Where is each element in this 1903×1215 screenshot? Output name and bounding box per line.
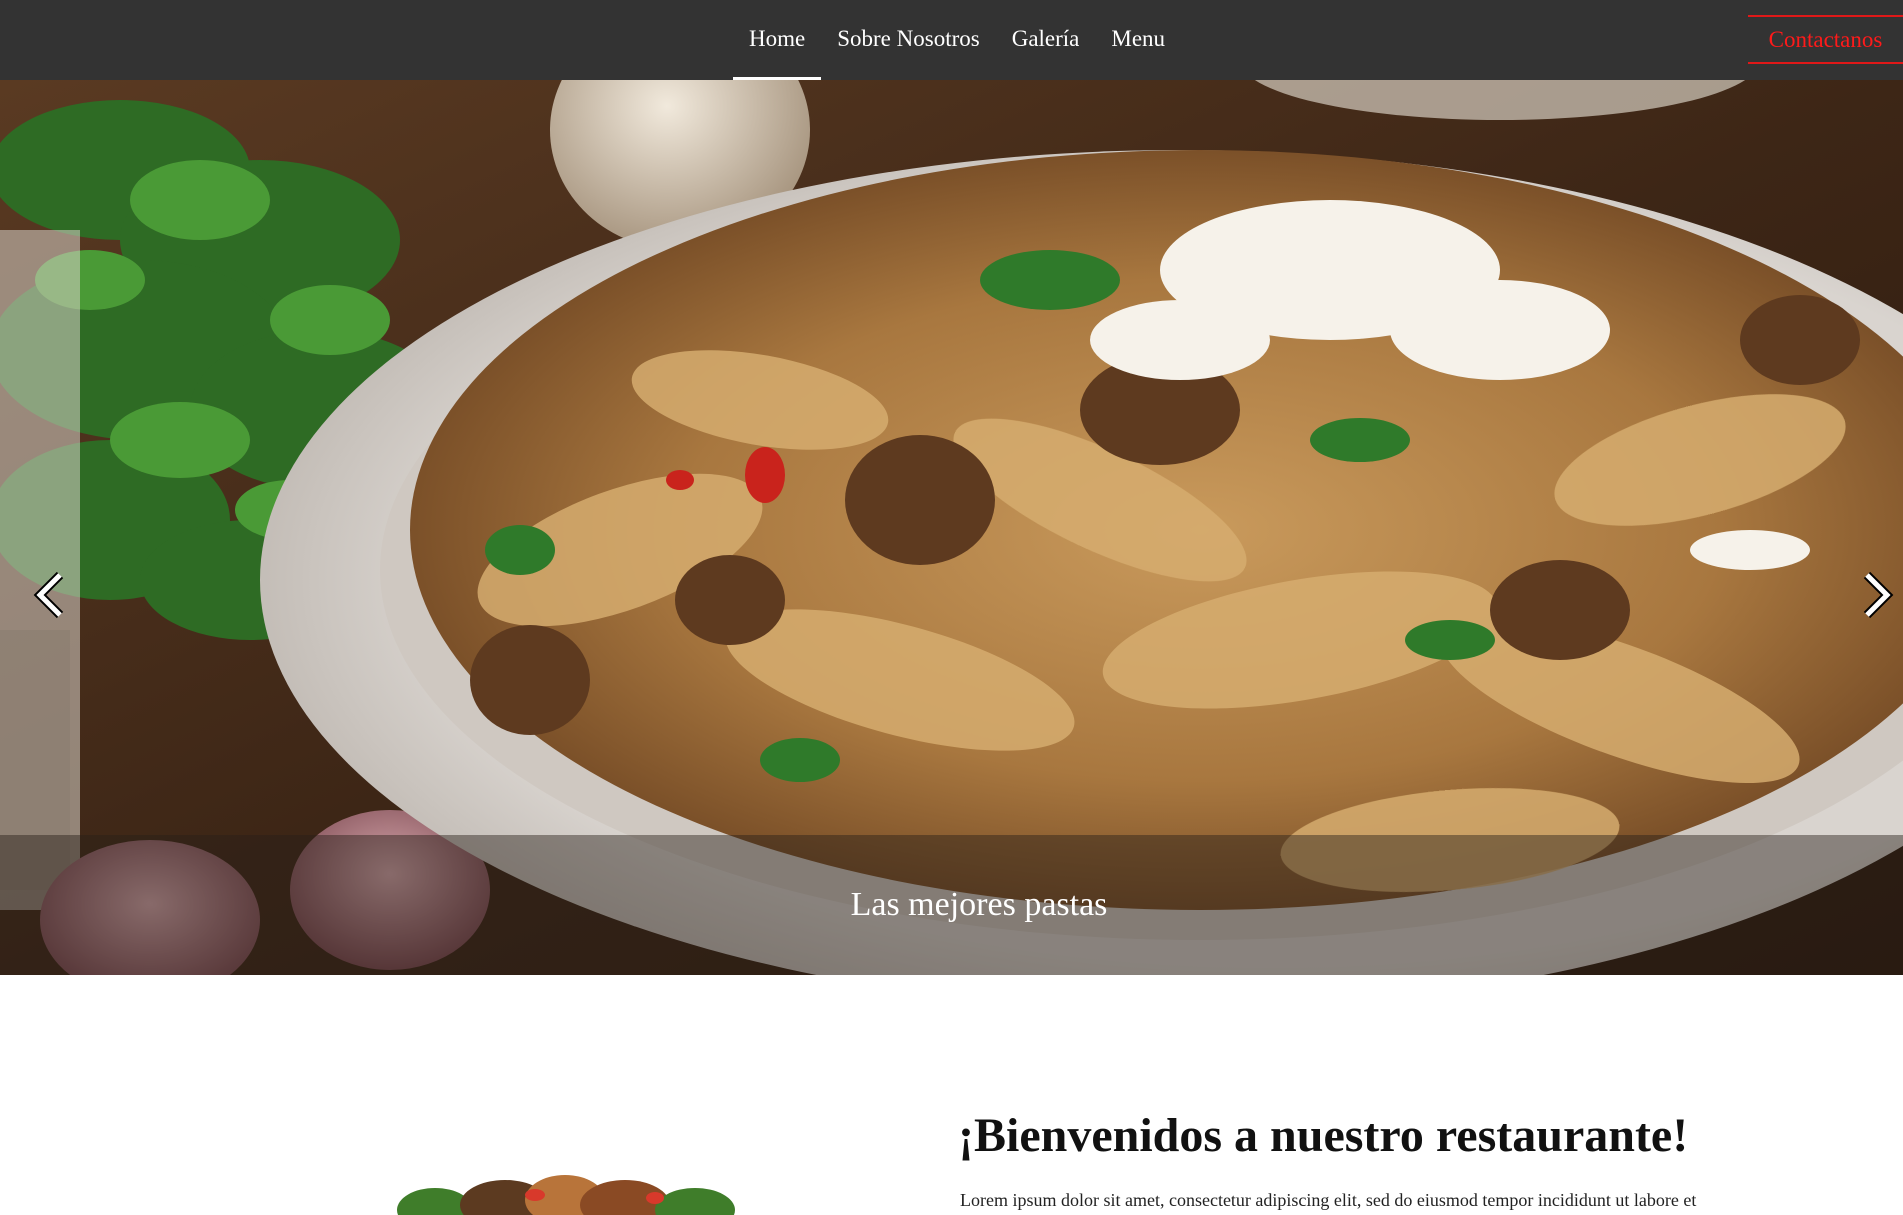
carousel-next-button[interactable] xyxy=(1855,565,1899,625)
chevron-left-icon xyxy=(33,571,64,619)
carousel-caption-text: Las mejores pastas xyxy=(850,886,1108,923)
nav-link-home[interactable]: Home xyxy=(733,0,822,80)
nav-link-menu[interactable]: Menu xyxy=(1095,0,1181,80)
navbar: Home Sobre Nosotros Galería Menu Contact… xyxy=(0,0,1903,80)
nav-link-sobre-nosotros[interactable]: Sobre Nosotros xyxy=(821,0,995,80)
carousel-caption: Las mejores pastas xyxy=(0,835,1903,975)
welcome-food-image xyxy=(395,1170,735,1215)
chevron-right-icon xyxy=(1863,571,1894,619)
nav-link-galeria[interactable]: Galería xyxy=(996,0,1096,80)
nav-links: Home Sobre Nosotros Galería Menu xyxy=(733,0,1181,80)
carousel-prev-button[interactable] xyxy=(28,565,72,625)
welcome-text: Lorem ipsum dolor sit amet, consectetur … xyxy=(960,1190,1697,1210)
welcome-title: ¡Bienvenidos a nuestro restaurante! xyxy=(958,1109,1689,1162)
hero-carousel: Las mejores pastas xyxy=(0,80,1903,975)
contact-button[interactable]: Contactanos xyxy=(1748,15,1903,64)
